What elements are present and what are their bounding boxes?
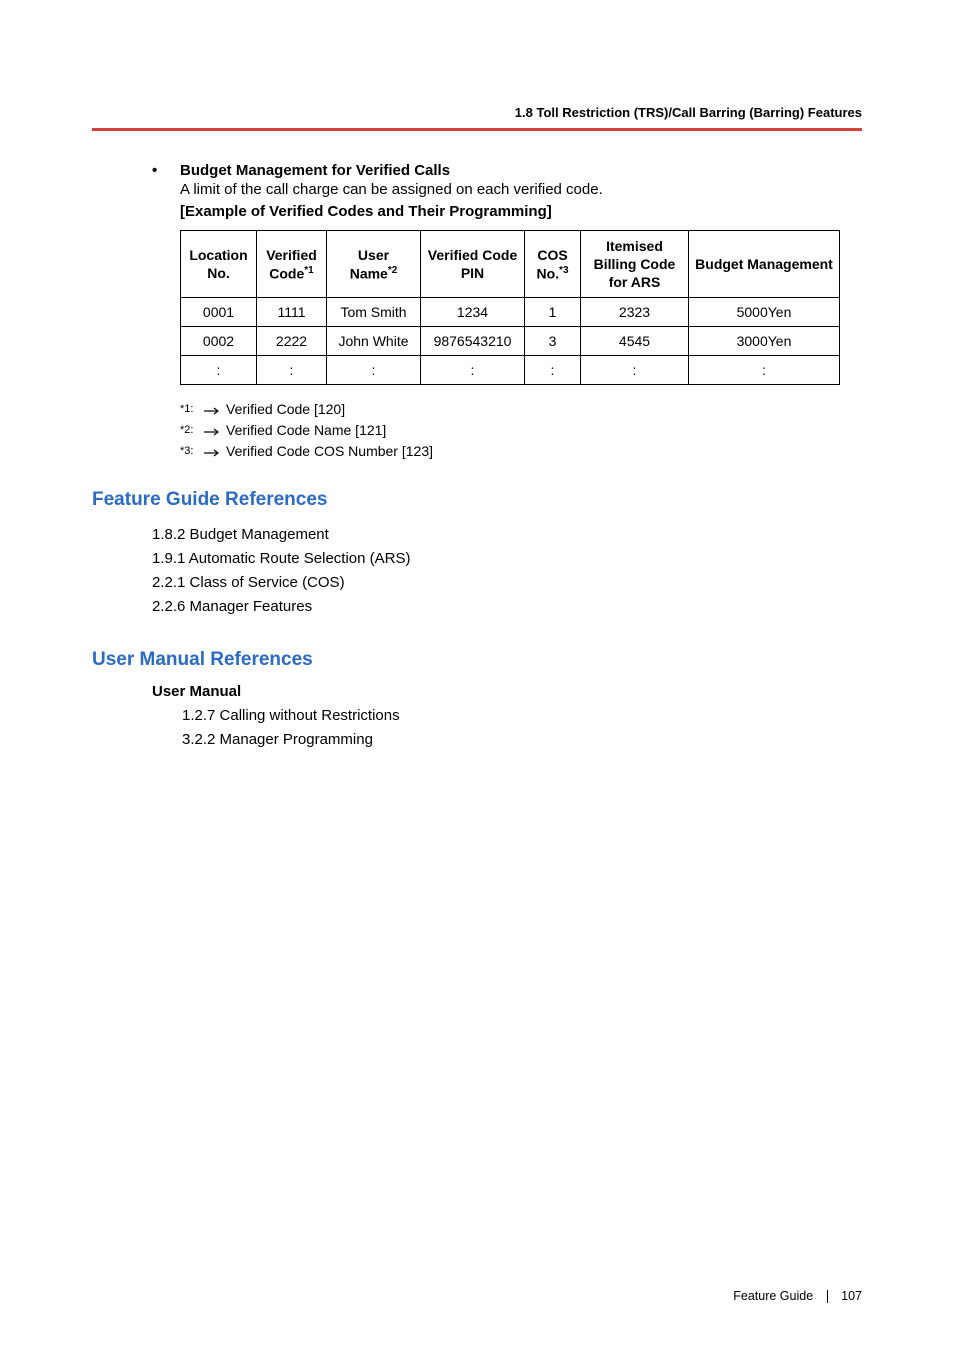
list-item: 1.2.7 Calling without Restrictions [182,704,862,728]
list-item: 2.2.6 Manager Features [152,595,862,619]
fn-text-1: Verified Code [120] [226,401,345,417]
arrow-right-icon [204,443,226,459]
table-row: : : : : : : : [181,356,840,385]
th-location: Location No. [181,230,257,298]
cell-cos: 1 [525,298,581,327]
bullet-marker: • [152,162,180,220]
footer-page-number: 107 [841,1289,862,1303]
fn-text-3: Verified Code COS Number [123] [226,443,433,459]
table-row: 0001 1111 Tom Smith 1234 1 2323 5000Yen [181,298,840,327]
th-verified-pin: Verified Code PIN [421,230,525,298]
fn-label-1: *1: [180,403,204,415]
cell-billing: 2323 [581,298,689,327]
th-cos-no: COS No.*3 [525,230,581,298]
footnotes: *1: Verified Code [120] *2: Verified Cod… [180,401,862,459]
arrow-right-icon [204,422,226,438]
user-manual-references-heading: User Manual References [92,649,862,671]
list-item: 1.9.1 Automatic Route Selection (ARS) [152,547,862,571]
table-row: 0002 2222 John White 9876543210 3 4545 3… [181,327,840,356]
bullet-desc: A limit of the call charge can be assign… [180,179,862,201]
cell-location: 0001 [181,298,257,327]
cell-pin: 1234 [421,298,525,327]
footer-separator [827,1290,828,1303]
cell-pin: : [421,356,525,385]
cell-budget: : [689,356,840,385]
th-itemised: Itemised Billing Code for ARS [581,230,689,298]
cell-cos: : [525,356,581,385]
header-rule [92,128,862,131]
cell-name: : [327,356,421,385]
section-header: 1.8 Toll Restriction (TRS)/Call Barring … [515,105,862,120]
bullet-title: Budget Management for Verified Calls [180,162,862,179]
verified-codes-table: Location No. Verified Code*1 User Name*2… [180,230,840,386]
list-item: 3.2.2 Manager Programming [182,728,862,752]
cell-budget: 5000Yen [689,298,840,327]
cell-billing: : [581,356,689,385]
fn-text-2: Verified Code Name [121] [226,422,386,438]
cell-code: 1111 [257,298,327,327]
arrow-right-icon [204,401,226,417]
feature-guide-references-heading: Feature Guide References [92,489,862,511]
cell-name: John White [327,327,421,356]
fn-label-3: *3: [180,445,204,457]
cell-code: 2222 [257,327,327,356]
th-verified-code: Verified Code*1 [257,230,327,298]
user-manual-label: User Manual [152,683,862,700]
list-item: 2.2.1 Class of Service (COS) [152,571,862,595]
list-item: 1.8.2 Budget Management [152,523,862,547]
cell-pin: 9876543210 [421,327,525,356]
cell-budget: 3000Yen [689,327,840,356]
th-user-name: User Name*2 [327,230,421,298]
cell-location: : [181,356,257,385]
cell-code: : [257,356,327,385]
cell-name: Tom Smith [327,298,421,327]
page-footer: Feature Guide 107 [733,1289,862,1303]
cell-location: 0002 [181,327,257,356]
footer-label: Feature Guide [733,1289,813,1303]
example-title: [Example of Verified Codes and Their Pro… [180,203,862,220]
table-header-row: Location No. Verified Code*1 User Name*2… [181,230,840,298]
fn-label-2: *2: [180,424,204,436]
cell-cos: 3 [525,327,581,356]
th-budget: Budget Management [689,230,840,298]
cell-billing: 4545 [581,327,689,356]
